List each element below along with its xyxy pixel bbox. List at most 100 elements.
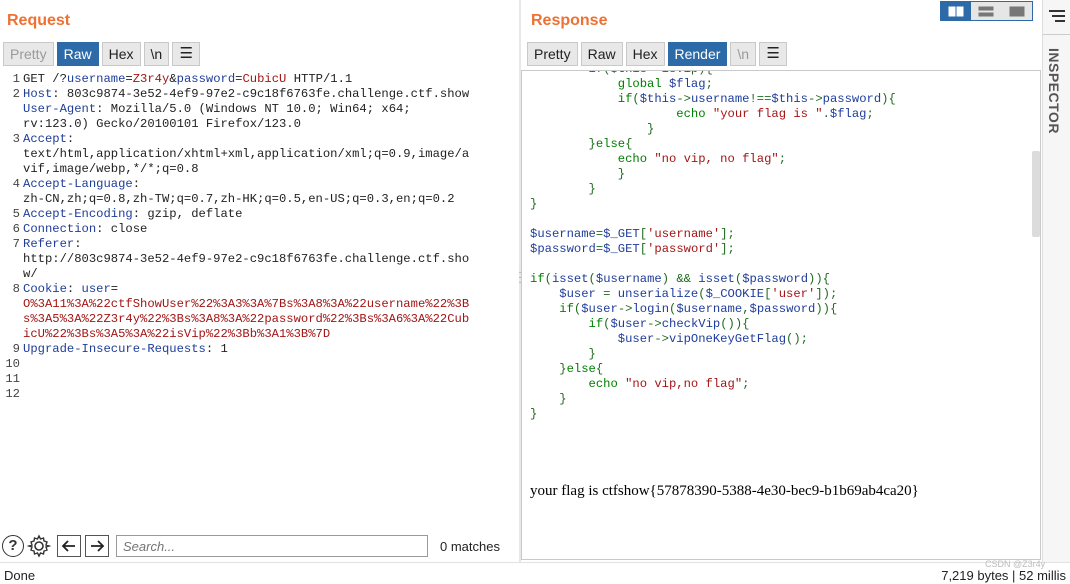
code-token: ;	[866, 107, 874, 121]
request-editor[interactable]: 1 2 3 4 5 6 7 8 9 10 11 12 GET /?username=Z3r4y&pas…	[0, 70, 518, 530]
layout-stacked-button[interactable]	[971, 2, 1002, 20]
code-token: ->	[617, 302, 633, 316]
line-number	[0, 192, 20, 207]
code-token: $_GET	[603, 242, 640, 256]
line-number: 8	[12, 282, 20, 296]
line-number: 5	[12, 207, 20, 221]
line-number: 10	[5, 357, 20, 371]
response-newline-toggle[interactable]: \n	[730, 42, 757, 66]
code-token: }	[530, 407, 538, 421]
response-hex-tab[interactable]: Hex	[625, 42, 665, 66]
request-line: w/	[23, 267, 515, 282]
code-token: $flag	[668, 77, 706, 91]
layout-side-by-side-button[interactable]	[941, 2, 972, 20]
layout-tabs-button[interactable]	[1001, 2, 1032, 20]
request-newline-toggle[interactable]: \n	[143, 42, 170, 66]
request-text-segment: HTTP/1.1	[286, 72, 353, 86]
line-number: 4	[12, 177, 20, 191]
response-menu-button[interactable]: ☰	[759, 42, 788, 66]
header-name: Upgrade-Insecure-Requests	[23, 342, 206, 356]
code-token: if	[530, 272, 545, 286]
request-line: Accept-Language:	[23, 177, 515, 192]
request-text-segment: vif,image/webp,*/*;q=0.8	[23, 162, 199, 176]
request-hex-tab[interactable]: Hex	[101, 42, 141, 66]
header-name: Host	[23, 87, 53, 101]
settings-gear-icon[interactable]	[27, 534, 51, 558]
request-text-segment: =	[125, 72, 133, 86]
code-token: $password	[749, 302, 816, 316]
code-token: ];	[720, 227, 735, 241]
request-line: text/html,application/xhtml+xml,applicat…	[23, 147, 515, 162]
request-raw-tab[interactable]: Raw	[56, 42, 99, 66]
request-line: Connection: close	[23, 222, 515, 237]
request-menu-button[interactable]: ☰	[172, 42, 201, 66]
code-token: if($this->isVip){	[530, 71, 713, 76]
search-input[interactable]	[116, 535, 428, 557]
line-number: 12	[5, 387, 20, 401]
code-token: )){	[808, 272, 830, 286]
status-text: Done	[4, 568, 36, 583]
arrow-left-icon	[61, 540, 75, 552]
code-line: $password=$_GET['password'];	[530, 242, 896, 257]
inspector-menu-icon[interactable]	[1048, 8, 1066, 24]
request-text[interactable]: GET /?username=Z3r4y&password=CubicU HTT…	[23, 72, 515, 402]
request-text-segment: :	[74, 237, 82, 251]
arrow-right-icon	[91, 540, 105, 552]
code-line: if($user->checkVip()){	[530, 317, 896, 332]
request-line: Referer:	[23, 237, 515, 252]
code-token: (	[588, 272, 596, 286]
code-token: if	[559, 302, 574, 316]
request-line: Accept:	[23, 132, 515, 147]
code-token: ) &&	[661, 272, 699, 286]
code-line: }	[530, 167, 896, 182]
request-text-segment: : close	[96, 222, 148, 236]
previous-match-button[interactable]	[57, 535, 81, 557]
request-line: vif,image/webp,*/*;q=0.8	[23, 162, 515, 177]
request-pretty-tab[interactable]: Pretty	[3, 42, 54, 66]
code-token: .	[822, 107, 830, 121]
response-view-toolbar: Pretty Raw Hex Render \n ☰	[527, 42, 788, 66]
next-match-button[interactable]	[85, 535, 109, 557]
response-render-view[interactable]: if($this->isVip){ global $flag; if($this…	[521, 70, 1041, 560]
code-token: "no vip,no flag"	[625, 377, 743, 391]
code-token: if	[617, 92, 633, 106]
request-text-segment: : 1	[205, 342, 228, 356]
code-token: $password	[742, 272, 809, 286]
header-name: password	[176, 72, 236, 86]
help-icon[interactable]: ?	[2, 535, 24, 557]
request-line	[23, 357, 515, 372]
code-token: else	[566, 362, 596, 376]
request-title: Request	[7, 12, 71, 29]
hamburger-icon: ☰	[179, 45, 193, 62]
code-token: isset	[698, 272, 735, 286]
code-token: ->	[647, 317, 662, 331]
response-scrollbar[interactable]	[1032, 151, 1040, 237]
code-token: ;	[778, 152, 787, 166]
request-text-segment: GET /?	[23, 72, 67, 86]
code-token: echo	[676, 107, 706, 121]
code-line: $user->vipOneKeyGetFlag();	[530, 332, 896, 347]
search-match-count: 0 matches	[440, 539, 500, 554]
line-number	[0, 297, 20, 312]
response-raw-tab[interactable]: Raw	[580, 42, 623, 66]
code-token: $user	[617, 332, 655, 346]
code-token: login	[632, 302, 670, 316]
code-token: }	[530, 347, 596, 361]
inspector-tab[interactable]: INSPECTOR	[1046, 48, 1062, 134]
code-line: }	[530, 197, 896, 212]
response-pretty-tab[interactable]: Pretty	[527, 42, 578, 66]
request-text-segment: =	[110, 282, 119, 296]
code-token: ]);	[815, 287, 838, 301]
code-line: }	[530, 392, 896, 407]
code-token: $password	[530, 242, 596, 256]
hamburger-icon: ☰	[766, 45, 780, 62]
response-render-tab[interactable]: Render	[667, 42, 728, 66]
code-token: ];	[720, 242, 735, 256]
request-text-segment: http://803c9874-3e52-4ef9-97e2-c9c18f676…	[23, 252, 470, 266]
